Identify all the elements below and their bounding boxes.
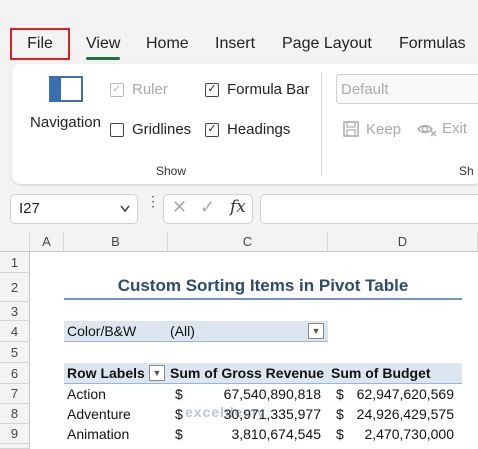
save-disk-icon [343, 121, 359, 137]
tab-view[interactable]: View [86, 26, 121, 62]
pivot-title: Custom Sorting Items in Pivot Table [64, 272, 462, 300]
row-header-5[interactable]: 5 [0, 342, 30, 363]
title-bar-strip [0, 0, 478, 26]
currency-symbol: $ [336, 386, 344, 402]
gross-value: 3,810,674,545 [231, 426, 321, 442]
gridlines-checkbox[interactable]: Gridlines [110, 121, 191, 138]
row-header-9[interactable]: 9 [0, 424, 30, 444]
watermark: exceldemy [185, 404, 266, 420]
formula-bar: I27 ⋮ ✕ ✓ fx [0, 190, 478, 230]
pivot-filter-row: Color/B&W (All) ▼ [64, 321, 328, 342]
sheet-view-group-label: Sh [459, 164, 474, 178]
currency-symbol: $ [336, 406, 344, 422]
formula-input[interactable] [260, 194, 478, 224]
row-header-2[interactable]: 2 [0, 273, 30, 302]
insert-function-icon[interactable]: fx [230, 197, 246, 217]
filter-field-label: Color/B&W [67, 323, 137, 339]
formula-bar-label: Formula Bar [227, 81, 310, 98]
currency-symbol: $ [336, 426, 344, 442]
cancel-icon[interactable]: ✕ [172, 197, 187, 218]
filter-dropdown-icon[interactable]: ▼ [308, 323, 324, 339]
view-ribbon-panel: Navigation ✓ Ruler ✓ Formula Bar Gridlin… [12, 64, 478, 184]
row-labels-dropdown-icon[interactable]: ▼ [149, 365, 165, 381]
pivot-header-row: Row Labels ▼ Sum of Gross Revenue Sum of… [64, 363, 462, 384]
row-header-6[interactable]: 6 [0, 363, 30, 384]
row-label: Action [67, 386, 106, 402]
currency-symbol: $ [175, 386, 183, 402]
row-label: Adventure [67, 406, 131, 422]
navigation-pane-icon [48, 76, 83, 102]
gross-value: 67,540,890,818 [223, 386, 321, 402]
row-header-1[interactable]: 1 [0, 252, 30, 273]
row-header-4[interactable]: 4 [0, 321, 30, 342]
name-box[interactable]: I27 [10, 194, 138, 224]
sheet-view-dropdown[interactable]: Default [336, 74, 478, 104]
gridlines-check-icon [110, 122, 124, 137]
show-group-label: Show [156, 164, 187, 178]
row-labels-header: Row Labels [67, 365, 145, 381]
chevron-down-icon [119, 195, 131, 233]
formula-bar-check-icon: ✓ [205, 82, 219, 97]
more-options-icon[interactable]: ⋮ [146, 194, 160, 208]
eye-close-icon [417, 124, 437, 136]
name-box-value: I27 [19, 200, 40, 217]
budget-value: 62,947,620,569 [356, 386, 454, 402]
budget-value: 24,926,429,575 [356, 406, 454, 422]
column-header-a[interactable]: A [30, 232, 64, 252]
navigation-button[interactable]: Navigation [28, 72, 103, 131]
exit-button[interactable]: Exit [417, 120, 467, 137]
column-header-c[interactable]: C [168, 232, 328, 252]
tab-home[interactable]: Home [146, 26, 189, 62]
currency-symbol: $ [175, 426, 183, 442]
row-header-8[interactable]: 8 [0, 404, 30, 424]
exit-label: Exit [442, 120, 468, 137]
keep-label: Keep [366, 120, 402, 138]
row-header-3[interactable]: 3 [0, 302, 30, 321]
ribbon-tabs: File View Home Insert Page Layout Formul… [0, 26, 478, 62]
group-separator [321, 72, 322, 176]
gross-revenue-header: Sum of Gross Revenue [170, 365, 325, 381]
currency-symbol: $ [175, 406, 183, 422]
column-header-d[interactable]: D [328, 232, 478, 252]
filter-value: (All) [170, 323, 195, 339]
keep-button[interactable]: Keep [342, 120, 401, 138]
formula-buttons: ✕ ✓ fx [163, 194, 253, 224]
enter-check-icon[interactable]: ✓ [200, 197, 215, 218]
gridlines-label: Gridlines [132, 121, 192, 138]
tab-formulas[interactable]: Formulas [399, 26, 466, 62]
ruler-checkbox[interactable]: ✓ Ruler [110, 81, 168, 98]
headings-checkbox[interactable]: ✓ Headings [205, 121, 290, 138]
tab-file[interactable]: File [10, 28, 70, 60]
headings-check-icon: ✓ [205, 122, 219, 137]
row-label: Animation [67, 426, 130, 442]
formula-bar-checkbox[interactable]: ✓ Formula Bar [205, 81, 310, 98]
headings-label: Headings [227, 121, 291, 138]
ruler-check-icon: ✓ [110, 82, 124, 97]
select-all-corner[interactable] [0, 232, 30, 252]
budget-value: 2,470,730,000 [364, 426, 454, 442]
ruler-label: Ruler [132, 81, 168, 98]
tab-insert[interactable]: Insert [215, 26, 255, 62]
row-header-10[interactable] [0, 444, 30, 449]
row-header-7[interactable]: 7 [0, 384, 30, 404]
tab-page-layout[interactable]: Page Layout [282, 26, 372, 62]
navigation-label: Navigation [30, 114, 101, 131]
worksheet-grid: A B C D 1 2 3 4 5 6 7 8 9 Custom Sorting… [0, 232, 478, 449]
budget-header: Sum of Budget [331, 365, 431, 381]
column-header-b[interactable]: B [64, 232, 168, 252]
